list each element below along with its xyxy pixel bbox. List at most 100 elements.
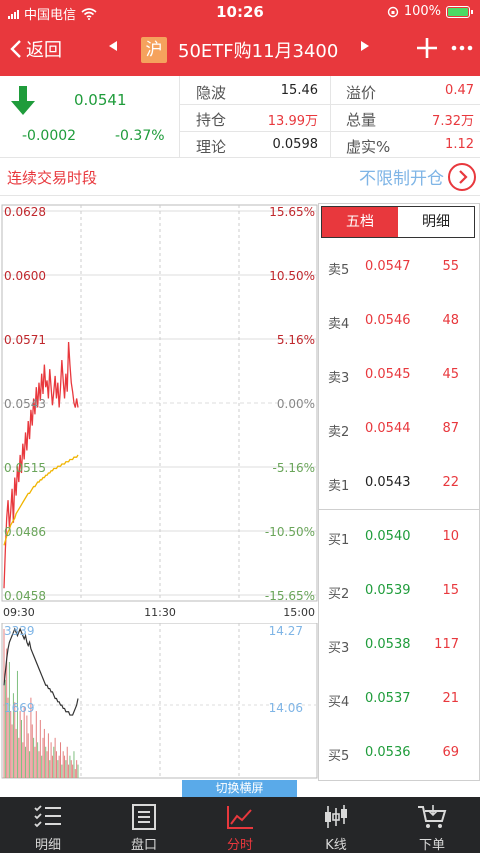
volume-bar — [55, 751, 57, 778]
back-label: 返回 — [26, 40, 62, 61]
level-name: 买5 — [328, 749, 350, 764]
volume-bar — [34, 746, 36, 778]
rotation-lock-icon — [387, 6, 399, 17]
tab-label: K线 — [325, 838, 347, 853]
level-price: 0.0538 — [365, 637, 411, 652]
level-volume: 117 — [434, 637, 459, 652]
tab-orderbook[interactable]: 盘口 — [96, 797, 192, 853]
volume-bar — [74, 769, 76, 778]
price-axis-label: 0.0458 — [4, 589, 46, 603]
switch-landscape-button[interactable]: 切换横屏 — [182, 780, 297, 797]
quote-stat: 持仓 13.99万 — [196, 105, 318, 132]
stat-label: 总量 — [346, 111, 377, 129]
orderbook-row[interactable]: 卖1 0.0543 22 — [319, 456, 479, 510]
level-name: 卖5 — [328, 263, 350, 278]
more-button[interactable] — [451, 34, 473, 65]
volume-bar — [18, 737, 20, 778]
tab-trade-detail[interactable]: 明细 — [398, 207, 474, 237]
order-book: 五档 明细 卖5 0.0547 55 卖4 0.0546 48 卖3 0.0545 45 卖2 0.… — [318, 203, 480, 781]
volume-bar — [43, 728, 45, 778]
stat-label: 理论 — [196, 138, 227, 156]
volume-axis-label: 1669 — [4, 701, 35, 715]
level-volume: 48 — [442, 313, 459, 328]
level-volume: 10 — [442, 529, 459, 544]
pct-axis-label: 0.00% — [277, 397, 315, 411]
stat-label: 隐波 — [196, 84, 227, 102]
price-chart[interactable]: 0.0628 15.65% 0.0600 10.50% 0.0571 5.16% 0.054… — [0, 203, 318, 623]
nav-bar: 返回 沪 50ETF购11月3400 — [0, 26, 480, 76]
orderbook-row[interactable]: 卖5 0.0547 55 — [319, 240, 479, 294]
status-bar: 中国电信 10:26 100% — [0, 0, 480, 26]
add-watchlist-button[interactable] — [414, 35, 440, 61]
level-name: 买1 — [328, 533, 350, 548]
volume-bar — [72, 764, 74, 778]
orderbook-icon — [132, 804, 156, 830]
prev-contract-button[interactable] — [108, 40, 118, 56]
orderbook-row[interactable]: 卖2 0.0544 87 — [319, 402, 479, 456]
volume-bar — [31, 724, 33, 778]
open-detail-button[interactable] — [448, 163, 476, 191]
volume-axis-label: 14.06 — [269, 701, 303, 715]
level-price: 0.0547 — [365, 259, 411, 274]
level-price: 0.0546 — [365, 313, 411, 328]
orderbook-row[interactable]: 卖4 0.0546 48 — [319, 294, 479, 348]
time-axis-label: 11:30 — [144, 606, 176, 619]
volume-bar — [37, 742, 39, 778]
quote-stat: 总量 7.32万 — [346, 105, 474, 132]
volume-bar — [23, 706, 25, 778]
orderbook-row[interactable]: 买3 0.0538 117 — [319, 618, 479, 672]
volume-bar — [11, 724, 13, 778]
level-name: 卖1 — [328, 479, 350, 494]
quote-stat: 理论 0.0598 — [196, 132, 318, 159]
volume-bar — [62, 751, 64, 778]
contract-title[interactable]: 50ETF购11月3400 — [178, 37, 338, 63]
more-dots-icon — [451, 45, 473, 51]
down-arrow-icon — [11, 86, 35, 115]
volume-bar — [68, 764, 70, 778]
unlimited-open-label[interactable]: 不限制开仓 — [359, 164, 444, 189]
tab-kline[interactable]: K线 — [288, 797, 384, 853]
volume-bar — [15, 728, 17, 778]
level-volume: 55 — [442, 259, 459, 274]
price-change: -0.0002 — [22, 128, 77, 144]
orderbook-row[interactable]: 买1 0.0540 10 — [319, 510, 479, 564]
last-price: 0.0541 — [74, 91, 127, 109]
level-price: 0.0544 — [365, 421, 411, 436]
volume-axis-label: 3339 — [4, 624, 35, 638]
next-contract-button[interactable] — [360, 40, 370, 56]
volume-bar — [65, 760, 67, 778]
orderbook-row[interactable]: 买4 0.0537 21 — [319, 672, 479, 726]
orderbook-row[interactable]: 卖3 0.0545 45 — [319, 348, 479, 402]
session-label: 连续交易时段 — [7, 169, 98, 187]
timeshare-icon — [227, 806, 253, 829]
price-axis-label: 0.0543 — [4, 397, 46, 411]
cart-icon — [418, 805, 447, 828]
orderbook-row[interactable]: 买5 0.0536 69 — [319, 726, 479, 780]
quote-stat: 虚实% 1.12 — [346, 132, 474, 159]
level-volume: 22 — [442, 475, 459, 490]
orderbook-row[interactable]: 买2 0.0539 15 — [319, 564, 479, 618]
price-axis-label: 0.0628 — [4, 205, 46, 219]
tab-five-levels[interactable]: 五档 — [322, 207, 398, 237]
level-name: 买4 — [328, 695, 350, 710]
level-price: 0.0539 — [365, 583, 411, 598]
stat-value: 0.0598 — [272, 137, 319, 152]
tab-label: 分时 — [226, 838, 253, 853]
volume-bar — [29, 751, 31, 778]
volume-bar — [41, 755, 43, 778]
volume-bar — [76, 760, 78, 778]
tab-timeshare[interactable]: 分时 — [192, 797, 288, 853]
stat-label: 持仓 — [196, 111, 227, 129]
tab-detail-list[interactable]: 明细 — [0, 797, 96, 853]
volume-bar — [61, 764, 63, 778]
volume-bar — [39, 719, 41, 778]
back-button[interactable]: 返回 — [10, 36, 62, 62]
level-price: 0.0537 — [365, 691, 411, 706]
stat-label: 虚实% — [346, 138, 391, 156]
tab-order[interactable]: 下单 — [384, 797, 480, 853]
time-axis-label: 15:00 — [283, 606, 315, 619]
volume-chart[interactable]: 3339 14.27 1669 14.06 — [0, 622, 318, 783]
tab-label: 盘口 — [130, 838, 157, 853]
level-name: 卖3 — [328, 371, 350, 386]
quote-stat: 溢价 0.47 — [346, 78, 474, 105]
